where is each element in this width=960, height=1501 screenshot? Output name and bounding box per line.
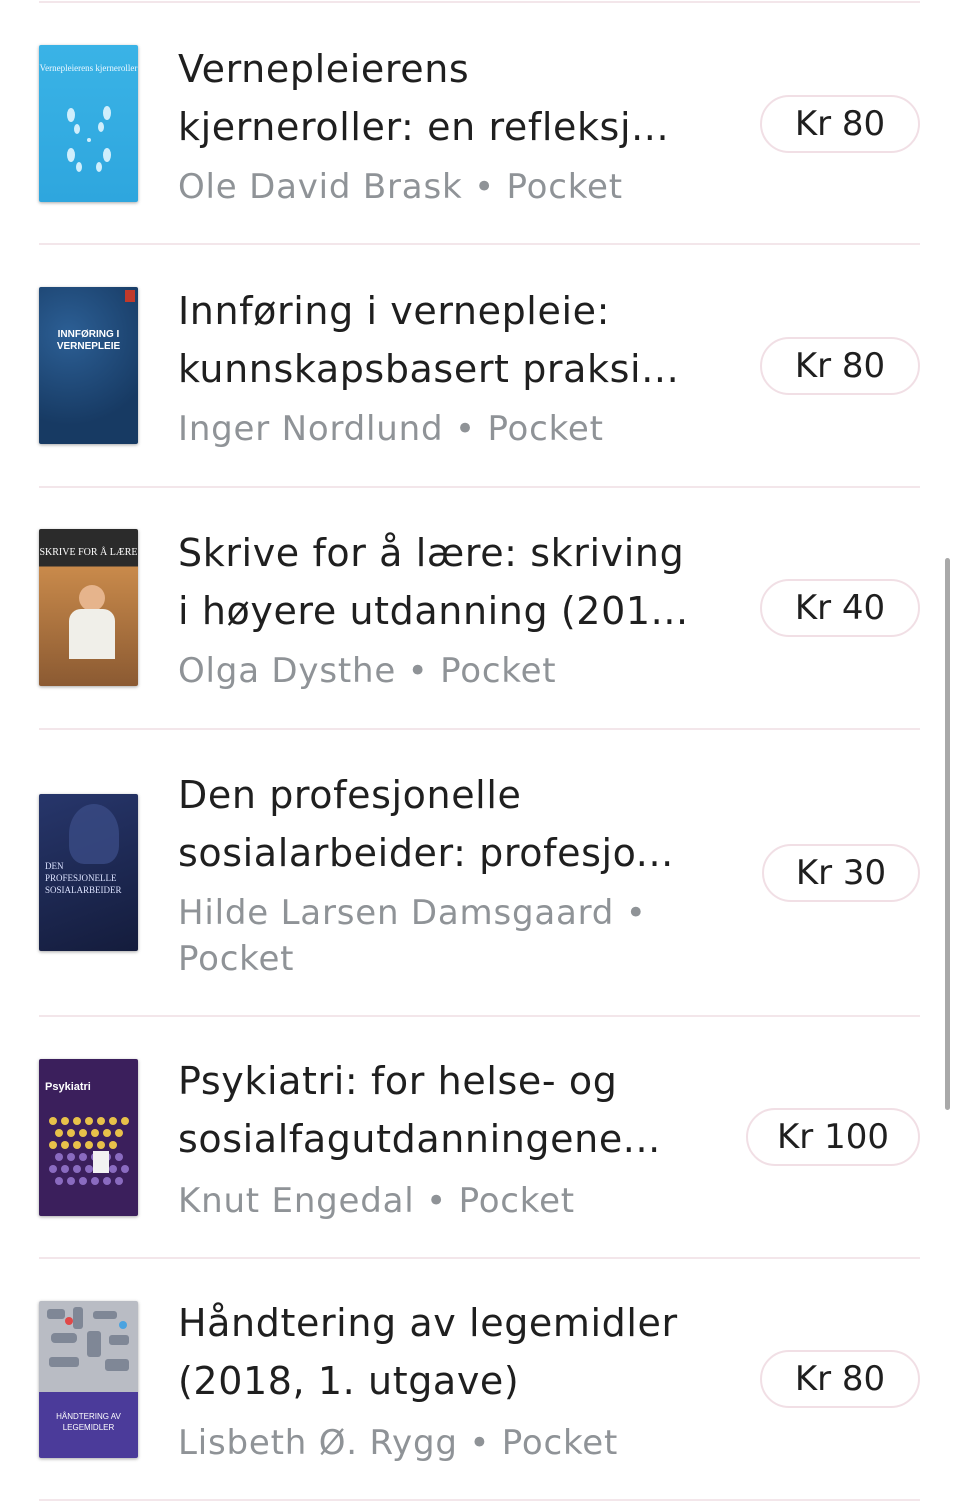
meta-separator: • [407,651,429,691]
list-divider [39,728,920,730]
book-title: Den profesjonelle sosialarbeider: profes… [178,766,708,882]
cover-photo-figure [69,804,119,864]
book-author: Inger Nordlund [178,409,444,449]
book-title-line: kunnskapsbasert praksi... [178,347,680,391]
book-format: Pocket [487,409,604,449]
list-item[interactable]: Vernepleierens kjerneroller Vernepleiere… [0,30,960,242]
list-item[interactable]: SKRIVE FOR Å LÆRE Skrive for å lære: skr… [0,514,960,726]
medicine-items-icon [47,1307,129,1371]
price-button[interactable]: Kr 100 [746,1108,920,1166]
book-format: Pocket [458,1181,575,1221]
list-divider [39,486,920,488]
list-divider [39,1257,920,1259]
price-button[interactable]: Kr 80 [760,1350,920,1408]
price-button[interactable]: Kr 30 [762,844,920,902]
list-item[interactable]: DEN PROFESJONELLE SOSIALARBEIDER Den pro… [0,758,960,1014]
book-cover[interactable]: Psykiatri [39,1059,138,1216]
book-title-line: Innføring i vernepleie: [178,289,610,333]
book-title-line: Skrive for å lære: skriving [178,531,685,575]
book-title-line: (2018, 1. utgave) [178,1359,520,1403]
cover-photo-body [69,609,115,659]
book-title-line: Håndtering av legemidler [178,1301,678,1345]
book-format: Pocket [440,651,557,691]
book-meta: Olga Dysthe • Pocket [178,648,678,694]
list-item[interactable]: HÅNDTERING AV LEGEMIDLER Håndtering av l… [0,1286,960,1498]
book-author: Olga Dysthe [178,651,397,691]
book-title-line: sosialarbeider: profesjo... [178,831,674,875]
book-meta: Knut Engedal • Pocket [178,1178,678,1224]
meta-separator: • [455,409,476,449]
book-title: Håndtering av legemidler (2018, 1. utgav… [178,1294,708,1410]
price-button[interactable]: Kr 80 [760,337,920,395]
book-cover[interactable]: HÅNDTERING AV LEGEMIDLER [39,1301,138,1458]
book-meta: Lisbeth Ø. Rygg • Pocket [178,1420,678,1466]
meta-separator: • [426,1181,447,1221]
list-divider [39,1015,920,1017]
cover-photo-figure [79,585,105,611]
book-author: Knut Engedal [178,1181,415,1221]
book-title-line: i høyere utdanning (201... [178,589,689,633]
meta-separator: • [474,167,495,207]
book-cover[interactable]: SKRIVE FOR Å LÆRE [39,529,138,686]
publisher-logo [125,290,135,302]
cover-title: INNFØRING I VERNEPLEIE [56,329,121,352]
book-meta: Hilde Larsen Damsgaard • Pocket [178,890,668,982]
book-title: Innføring i vernepleie: kunnskapsbasert … [178,282,708,398]
book-title-line: kjerneroller: en refleksj... [178,105,670,149]
book-meta: Inger Nordlund • Pocket [178,406,678,452]
book-format: Pocket [501,1423,619,1463]
book-title-line: Psykiatri: for helse- og [178,1059,618,1103]
meta-separator: • [469,1423,491,1463]
scrollbar[interactable] [945,558,950,1110]
book-cover[interactable]: INNFØRING I VERNEPLEIE [39,287,138,444]
book-meta: Ole David Brask • Pocket [178,164,678,210]
list-item[interactable]: INNFØRING I VERNEPLEIE Innføring i verne… [0,272,960,484]
price-button[interactable]: Kr 80 [760,95,920,153]
dots-pattern-icon [49,1117,129,1185]
book-format: Pocket [506,167,623,207]
book-author: Hilde Larsen Damsgaard [178,893,615,933]
book-cover[interactable]: Vernepleierens kjerneroller [39,45,138,202]
list-divider [39,1,920,3]
meta-separator: • [625,893,647,933]
book-title-line: Vernepleierens [178,47,470,91]
book-author: Lisbeth Ø. Rygg [178,1423,458,1463]
book-title-line: Den profesjonelle [178,773,522,817]
list-item[interactable]: Psykiatri Psykiatri: for helse- og sosia… [0,1044,960,1256]
book-title: Skrive for å lære: skriving i høyere utd… [178,524,708,640]
book-cover[interactable]: DEN PROFESJONELLE SOSIALARBEIDER [39,794,138,951]
footprints-icon [67,106,111,172]
cover-title: SKRIVE FOR Å LÆRE [39,547,138,558]
book-title-line: sosialfagutdanningene... [178,1117,661,1161]
book-title: Psykiatri: for helse- og sosialfagutdann… [178,1052,708,1168]
list-divider [39,243,920,245]
book-author: Ole David Brask [178,167,463,207]
book-title: Vernepleierens kjerneroller: en refleksj… [178,40,708,156]
cover-title: HÅNDTERING AV LEGEMIDLER [56,1412,121,1432]
book-format: Pocket [178,939,295,979]
price-button[interactable]: Kr 40 [760,579,920,637]
cover-title: DEN PROFESJONELLE SOSIALARBEIDER [45,861,122,895]
